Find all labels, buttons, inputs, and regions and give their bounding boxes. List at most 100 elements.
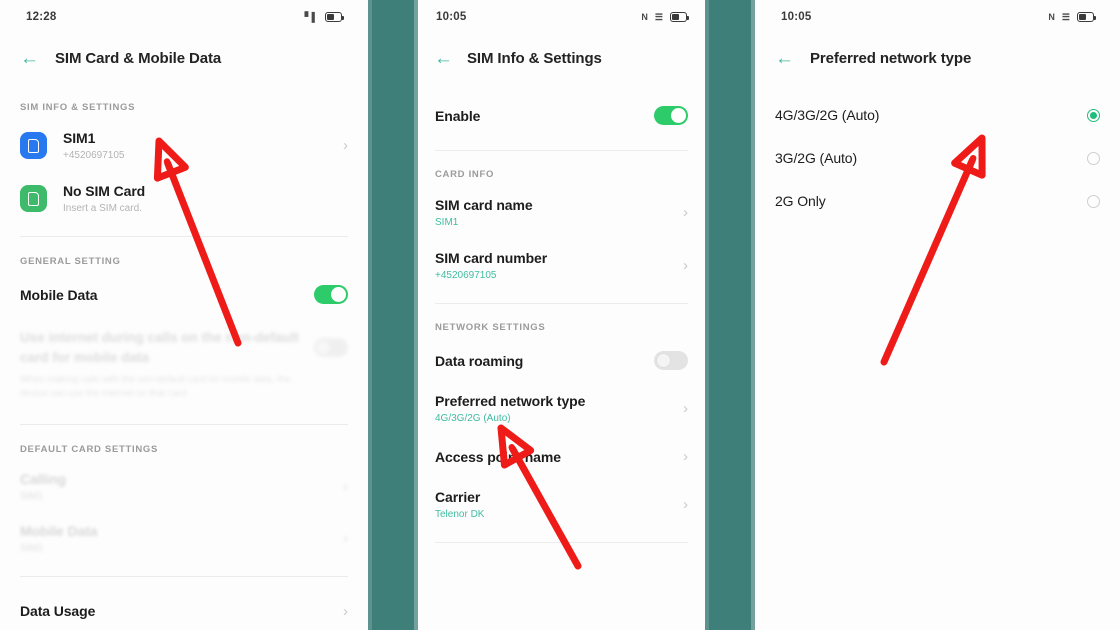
status-bar: 10:05 N ☰: [755, 0, 1120, 34]
option-3g-2g-auto[interactable]: 3G/2G (Auto): [775, 150, 1100, 166]
preferred-network-value: 4G/3G/2G (Auto): [435, 413, 511, 424]
non-default-card-desc: When making calls with the non-default c…: [20, 374, 291, 400]
network-type-options: 4G/3G/2G (Auto) 3G/2G (Auto) 2G Only: [755, 107, 1120, 209]
status-clock: 12:28: [26, 11, 57, 23]
divider-line: [20, 236, 348, 237]
list-item-access-point-name[interactable]: Access point name ›: [435, 448, 688, 465]
apn-label: Access point name: [435, 448, 561, 465]
divider-line: [435, 542, 688, 543]
mobile-data-toggle[interactable]: [314, 285, 348, 304]
list-item-preferred-network-type[interactable]: Preferred network type 4G/3G/2G (Auto) ›: [435, 393, 688, 424]
vibrate-icon: ☰: [1061, 11, 1070, 22]
calling-label: Calling: [20, 470, 66, 487]
screenshot-stage: 12:28 ▘▌ ← SIM Card & Mobile Data SIM IN…: [0, 0, 1120, 630]
chevron-right-icon: ›: [343, 137, 348, 154]
enable-label: Enable: [435, 107, 481, 124]
sim-card-number-label: SIM card number: [435, 250, 548, 266]
settings-list: Enable CARD INFO SIM card name SIM1 › SI…: [418, 106, 705, 543]
divider-line: [435, 150, 688, 151]
vibrate-icon: ☰: [654, 11, 663, 22]
battery-icon: [1077, 12, 1096, 22]
signal-icon: ▘▌: [304, 11, 318, 22]
option-4g-3g-2g-auto[interactable]: 4G/3G/2G (Auto): [775, 107, 1100, 123]
nfc-icon: N: [641, 11, 648, 22]
status-bar: 10:05 N ☰: [418, 0, 705, 34]
back-icon[interactable]: ←: [434, 49, 453, 68]
sim1-number: +4520697105: [63, 150, 125, 161]
list-item-no-sim-card[interactable]: No SIM Card Insert a SIM card.: [20, 183, 348, 214]
status-icon-group: N ☰: [641, 11, 689, 22]
back-icon[interactable]: ←: [20, 49, 39, 68]
chevron-right-icon: ›: [343, 477, 348, 495]
battery-icon: [670, 12, 689, 22]
battery-icon: [325, 12, 344, 22]
section-header-general-setting: GENERAL SETTING: [20, 256, 121, 267]
list-item-calling[interactable]: Calling SIM1 ›: [20, 471, 348, 502]
option-2g-only[interactable]: 2G Only: [775, 193, 1100, 209]
data-usage-label: Data Usage: [20, 603, 96, 620]
chevron-right-icon: ›: [343, 529, 348, 547]
app-bar: ← SIM Card & Mobile Data: [0, 34, 368, 82]
panel-separator: [705, 0, 755, 630]
default-mobile-data-value: SIM1: [20, 542, 44, 554]
chevron-right-icon: ›: [343, 602, 348, 620]
section-header-sim-info: SIM INFO & SETTINGS: [20, 102, 136, 113]
non-default-card-toggle[interactable]: [314, 338, 348, 357]
status-bar: 12:28 ▘▌: [0, 0, 368, 34]
phone-screen-preferred-network-type: 10:05 N ☰ ← Preferred network type 4G/3G…: [755, 0, 1120, 630]
status-icon-group: N ☰: [1048, 11, 1096, 22]
chevron-right-icon: ›: [683, 257, 688, 274]
list-item-default-mobile-data[interactable]: Mobile Data SIM1 ›: [20, 523, 348, 554]
list-item-non-default-card-internet[interactable]: Use internet during calls on the non-def…: [20, 328, 348, 402]
list-item-data-roaming[interactable]: Data roaming: [435, 351, 688, 370]
sim-card-icon: [20, 132, 47, 159]
status-clock: 10:05: [436, 11, 467, 23]
status-clock: 10:05: [781, 11, 812, 23]
page-title: SIM Card & Mobile Data: [55, 49, 222, 67]
sim-card-name-value: SIM1: [435, 217, 459, 228]
nfc-icon: N: [1048, 11, 1055, 22]
enable-toggle[interactable]: [654, 106, 688, 125]
phone-screen-sim-card-mobile-data: 12:28 ▘▌ ← SIM Card & Mobile Data SIM IN…: [0, 0, 368, 630]
sim-card-name-label: SIM card name: [435, 197, 533, 213]
list-item-sim-card-name[interactable]: SIM card name SIM1 ›: [435, 197, 688, 228]
app-bar: ← Preferred network type: [755, 34, 1120, 82]
divider-line: [20, 575, 348, 577]
panel-separator: [368, 0, 418, 630]
sim-card-number-value: +4520697105: [435, 270, 497, 281]
default-mobile-data-label: Mobile Data: [20, 522, 98, 539]
radio-button-selected[interactable]: [1087, 108, 1100, 122]
chevron-right-icon: ›: [683, 400, 688, 417]
data-roaming-toggle[interactable]: [654, 351, 688, 370]
chevron-right-icon: ›: [683, 204, 688, 221]
carrier-label: Carrier: [435, 489, 481, 505]
mobile-data-label: Mobile Data: [20, 286, 98, 303]
status-icon-group: ▘▌: [304, 11, 344, 22]
page-title: Preferred network type: [810, 49, 972, 67]
chevron-right-icon: ›: [683, 496, 688, 513]
option-label: 3G/2G (Auto): [775, 150, 858, 166]
page-title: SIM Info & Settings: [467, 49, 602, 67]
sim-card-icon: [20, 185, 47, 212]
calling-value: SIM1: [20, 490, 44, 502]
non-default-card-title: Use internet during calls on the non-def…: [20, 330, 300, 365]
carrier-value: Telenor DK: [435, 509, 485, 520]
list-item-sim1[interactable]: SIM1 +4520697105 ›: [20, 130, 348, 161]
preferred-network-label: Preferred network type: [435, 393, 586, 409]
list-item-enable[interactable]: Enable: [435, 106, 688, 125]
list-item-data-usage[interactable]: Data Usage ›: [20, 603, 348, 620]
list-item-mobile-data[interactable]: Mobile Data: [20, 285, 348, 304]
phone-screen-sim-info-settings: 10:05 N ☰ ← SIM Info & Settings Enable C…: [418, 0, 705, 630]
list-item-carrier[interactable]: Carrier Telenor DK ›: [435, 489, 688, 520]
list-item-sim-card-number[interactable]: SIM card number +4520697105 ›: [435, 250, 688, 281]
section-header-card-info: CARD INFO: [435, 169, 495, 180]
app-bar: ← SIM Info & Settings: [418, 34, 705, 82]
back-icon[interactable]: ←: [775, 49, 794, 68]
radio-button[interactable]: [1087, 151, 1100, 165]
sim1-title: SIM1: [63, 130, 96, 146]
divider-line: [20, 423, 348, 425]
data-roaming-label: Data roaming: [435, 352, 524, 369]
radio-button[interactable]: [1087, 194, 1100, 208]
divider-line: [435, 303, 688, 304]
sim2-subtitle: Insert a SIM card.: [63, 203, 142, 214]
